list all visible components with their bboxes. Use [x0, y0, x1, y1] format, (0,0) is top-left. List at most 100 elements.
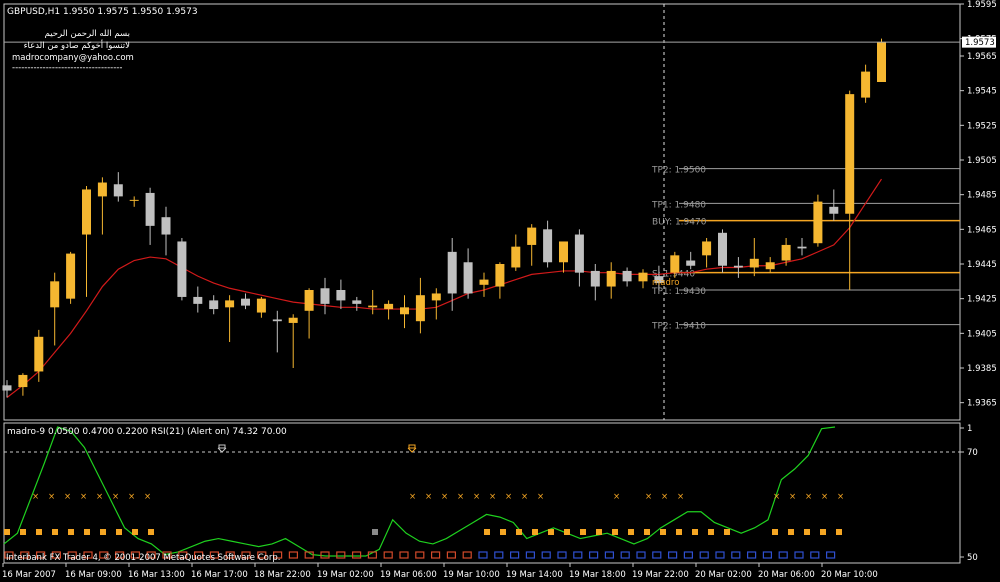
- time-tick-label: 16 Mar 17:00: [191, 570, 248, 580]
- candle-body: [241, 298, 250, 306]
- signal-square-dot: [548, 529, 554, 535]
- candle-body: [877, 42, 886, 82]
- signal-square-dot: [820, 529, 826, 535]
- signal-x-mark: ×: [837, 492, 844, 502]
- candle-body: [511, 246, 521, 268]
- price-tick-label: 1.9505: [967, 156, 997, 166]
- signal-square-dot: [628, 529, 634, 535]
- signal-x-mark: ×: [677, 492, 684, 502]
- indicator-tick-label: 70: [967, 448, 978, 458]
- time-tick-label: 19 Mar 22:00: [632, 570, 689, 580]
- signal-square-dot: [724, 529, 730, 535]
- candle-body: [718, 232, 727, 266]
- signal-x-mark: ×: [661, 492, 668, 502]
- level-label: TP1: 1.9480: [651, 200, 706, 210]
- candle-body: [527, 227, 537, 245]
- price-tick-label: 1.9405: [967, 329, 997, 339]
- signal-square-dot: [692, 529, 698, 535]
- signal-x-mark: ×: [144, 492, 151, 502]
- current-price-label: 1.9573: [965, 38, 995, 48]
- candle-body: [66, 253, 76, 299]
- candle-body: [733, 265, 743, 268]
- signal-x-mark: ×: [521, 492, 528, 502]
- signal-x-mark: ×: [489, 492, 496, 502]
- time-tick-label: 19 Mar 14:00: [506, 570, 563, 580]
- signal-square-dot: [564, 529, 570, 535]
- candle-body: [781, 244, 791, 261]
- candle-body: [225, 300, 235, 308]
- candle-body: [638, 272, 648, 282]
- footer-copyright: Interbank FX Trader 4, © 2001-2007 MetaQ…: [6, 553, 280, 563]
- signal-x-mark: ×: [409, 492, 416, 502]
- signal-square-dot: [4, 529, 10, 535]
- candle-body: [495, 264, 505, 287]
- candle-body: [352, 300, 362, 304]
- signal-x-mark: ×: [789, 492, 796, 502]
- signal-x-mark: ×: [96, 492, 103, 502]
- signal-square-dot: [132, 529, 138, 535]
- time-tick-label: 20 Mar 02:00: [695, 570, 752, 580]
- signal-square-dot: [84, 529, 90, 535]
- signal-square-dot: [596, 529, 602, 535]
- candle-body: [82, 189, 91, 235]
- comment-line-1: بسم الله الرحمن الرحيم: [45, 29, 130, 39]
- signal-square-dot: [516, 529, 522, 535]
- price-tick-label: 1.9465: [967, 225, 997, 235]
- signal-x-mark: ×: [112, 492, 119, 502]
- signal-x-mark: ×: [64, 492, 71, 502]
- signal-square-dot: [788, 529, 794, 535]
- candle-body: [161, 217, 171, 235]
- symbol-info: GBPUSD,H1 1.9550 1.9575 1.9550 1.9573: [7, 7, 198, 17]
- candle-body: [50, 281, 60, 308]
- price-tick-label: 1.9485: [967, 191, 997, 201]
- candle-body: [34, 336, 44, 372]
- candle-body: [479, 279, 489, 285]
- time-tick-label: 19 Mar 18:00: [569, 570, 626, 580]
- signal-square-dot: [148, 529, 154, 535]
- candle-body: [272, 319, 282, 322]
- signal-square-dot: [372, 529, 378, 535]
- time-tick-label: 18 Mar 22:00: [254, 570, 311, 580]
- signal-x-mark: ×: [821, 492, 828, 502]
- signal-square-dot: [676, 529, 682, 535]
- chart-canvas[interactable]: TP2: 1.9500TP1: 1.9480BUY: 1.9470S: 1.94…: [0, 0, 1000, 582]
- price-tick-label: 1.9525: [967, 121, 997, 131]
- signal-x-mark: ×: [613, 492, 620, 502]
- signal-square-dot: [644, 529, 650, 535]
- level-label: TP2: 1.9410: [651, 322, 706, 332]
- price-tick-label: 1.9425: [967, 295, 997, 305]
- signal-square-dot: [836, 529, 842, 535]
- level-label: TP2: 1.9500: [651, 166, 706, 176]
- signal-square-dot: [532, 529, 538, 535]
- signal-square-dot: [612, 529, 618, 535]
- indicator-header: madro-9 0.0500 0.4700 0.2200 RSI(21) (Al…: [7, 427, 287, 437]
- price-tick-label: 1.9365: [967, 399, 997, 409]
- candle-body: [829, 206, 839, 214]
- time-tick-label: 20 Mar 06:00: [758, 570, 815, 580]
- madro-label: madro: [652, 278, 679, 288]
- candle-body: [797, 246, 807, 249]
- signal-square-dot: [804, 529, 810, 535]
- candle-body: [304, 290, 314, 311]
- signal-x-mark: ×: [80, 492, 87, 502]
- signal-square-dot: [116, 529, 122, 535]
- indicator-tick-label: 1: [967, 424, 972, 434]
- candle-body: [574, 234, 584, 273]
- signal-x-mark: ×: [505, 492, 512, 502]
- signal-x-mark: ×: [441, 492, 448, 502]
- candle-body: [559, 241, 568, 263]
- signal-square-dot: [100, 529, 106, 535]
- price-tick-label: 1.9545: [967, 87, 997, 97]
- signal-x-mark: ×: [537, 492, 544, 502]
- candle-body: [18, 374, 28, 388]
- candle-body: [622, 270, 632, 282]
- signal-x-mark: ×: [645, 492, 652, 502]
- price-tick-label: 1.9445: [967, 260, 997, 270]
- comment-line-3: madrocompany@yahoo.com: [12, 53, 134, 63]
- signal-x-mark: ×: [128, 492, 135, 502]
- candle-body: [400, 307, 409, 315]
- signal-square-dot: [68, 529, 74, 535]
- time-tick-label: 16 Mar 09:00: [65, 570, 122, 580]
- candle-body: [384, 303, 394, 310]
- indicator-tick-label: 50: [967, 553, 978, 563]
